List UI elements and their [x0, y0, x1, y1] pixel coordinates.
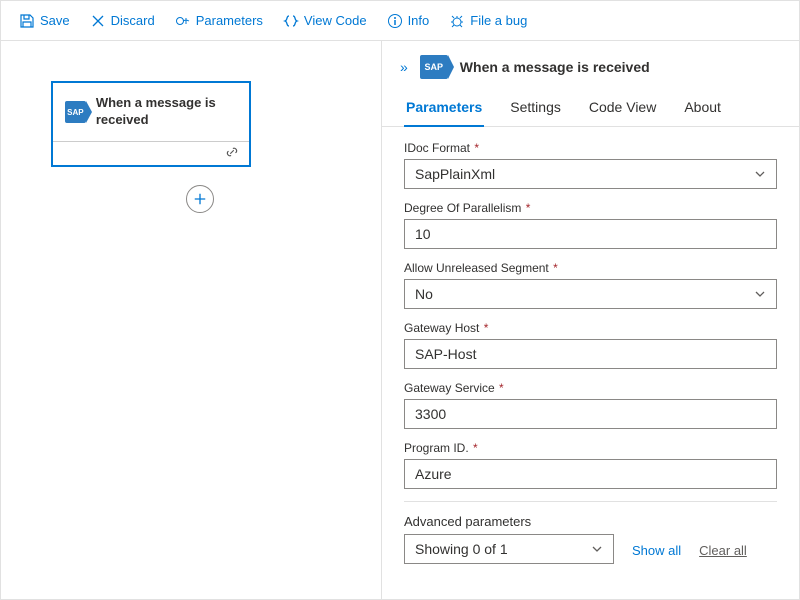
field-gateway-host: Gateway Host * — [404, 321, 777, 369]
trigger-card[interactable]: SAP When a message is received — [51, 81, 251, 167]
info-button[interactable]: Info — [379, 9, 438, 33]
chevron-down-icon — [591, 543, 603, 555]
gateway-host-input[interactable] — [404, 339, 777, 369]
panel-sap-icon: SAP — [420, 55, 448, 79]
gateway-service-label-text: Gateway Service — [404, 381, 495, 395]
required-marker: * — [550, 261, 558, 275]
plus-icon — [193, 192, 207, 206]
field-parallelism: Degree Of Parallelism * — [404, 201, 777, 249]
parallelism-label: Degree Of Parallelism * — [404, 201, 777, 215]
file-bug-button[interactable]: File a bug — [441, 9, 535, 33]
trigger-card-top: SAP When a message is received — [53, 83, 249, 141]
field-idoc-format: IDoc Format * SapPlainXml — [404, 141, 777, 189]
save-icon — [19, 13, 35, 29]
program-id-label: Program ID. * — [404, 441, 777, 455]
allow-unreleased-label-text: Allow Unreleased Segment — [404, 261, 549, 275]
field-program-id: Program ID. * — [404, 441, 777, 489]
gateway-service-input[interactable] — [404, 399, 777, 429]
bug-label: File a bug — [470, 13, 527, 28]
panel-title: When a message is received — [460, 59, 650, 75]
idoc-format-label-text: IDoc Format — [404, 141, 470, 155]
tab-parameters[interactable]: Parameters — [404, 93, 484, 127]
advanced-value: Showing 0 of 1 — [415, 541, 508, 557]
tab-about[interactable]: About — [682, 93, 723, 126]
trigger-title: When a message is received — [96, 95, 237, 129]
clear-all-link[interactable]: Clear all — [699, 543, 747, 564]
parameters-icon — [175, 13, 191, 29]
required-marker: * — [480, 321, 488, 335]
field-allow-unreleased: Allow Unreleased Segment * No — [404, 261, 777, 309]
parameters-label: Parameters — [196, 13, 263, 28]
required-marker: * — [522, 201, 530, 215]
discard-label: Discard — [111, 13, 155, 28]
gateway-host-label-text: Gateway Host — [404, 321, 479, 335]
allow-unreleased-value: No — [415, 286, 433, 302]
sap-icon: SAP — [65, 101, 86, 123]
chevron-down-icon — [754, 168, 766, 180]
required-marker: * — [470, 441, 478, 455]
idoc-format-select[interactable]: SapPlainXml — [404, 159, 777, 189]
parameters-form: IDoc Format * SapPlainXml Degree Of Para… — [382, 127, 799, 574]
trigger-card-bottom — [53, 141, 249, 165]
program-id-input[interactable] — [404, 459, 777, 489]
canvas: SAP When a message is received — [1, 41, 381, 599]
gateway-host-label: Gateway Host * — [404, 321, 777, 335]
toolbar: Save Discard Parameters View Code Info F… — [1, 1, 799, 41]
view-code-button[interactable]: View Code — [275, 9, 375, 33]
info-icon — [387, 13, 403, 29]
field-gateway-service: Gateway Service * — [404, 381, 777, 429]
program-id-label-text: Program ID. — [404, 441, 469, 455]
required-marker: * — [496, 381, 504, 395]
save-label: Save — [40, 13, 70, 28]
discard-icon — [90, 13, 106, 29]
advanced-row: Showing 0 of 1 Show all Clear all — [404, 534, 777, 564]
parameters-button[interactable]: Parameters — [167, 9, 271, 33]
tab-code-view[interactable]: Code View — [587, 93, 658, 126]
view-code-label: View Code — [304, 13, 367, 28]
save-button[interactable]: Save — [11, 9, 78, 33]
tab-settings[interactable]: Settings — [508, 93, 563, 126]
link-icon[interactable] — [225, 145, 239, 162]
advanced-section: Advanced parameters Showing 0 of 1 Show … — [404, 501, 777, 564]
allow-unreleased-label: Allow Unreleased Segment * — [404, 261, 777, 275]
main: SAP When a message is received » SAP Whe… — [1, 41, 799, 599]
collapse-icon[interactable]: » — [400, 59, 408, 75]
add-step-button[interactable] — [186, 185, 214, 213]
info-label: Info — [408, 13, 430, 28]
idoc-format-value: SapPlainXml — [415, 166, 495, 182]
discard-button[interactable]: Discard — [82, 9, 163, 33]
advanced-label: Advanced parameters — [404, 514, 777, 529]
show-all-link[interactable]: Show all — [632, 543, 681, 564]
details-panel: » SAP When a message is received Paramet… — [381, 41, 799, 599]
tabs: Parameters Settings Code View About — [382, 79, 799, 127]
idoc-format-label: IDoc Format * — [404, 141, 777, 155]
panel-header: » SAP When a message is received — [382, 41, 799, 79]
allow-unreleased-select[interactable]: No — [404, 279, 777, 309]
advanced-select[interactable]: Showing 0 of 1 — [404, 534, 614, 564]
bug-icon — [449, 13, 465, 29]
parallelism-label-text: Degree Of Parallelism — [404, 201, 521, 215]
parallelism-input[interactable] — [404, 219, 777, 249]
sap-icon-text: SAP — [67, 108, 83, 117]
gateway-service-label: Gateway Service * — [404, 381, 777, 395]
panel-sap-text: SAP — [425, 62, 444, 72]
view-code-icon — [283, 13, 299, 29]
required-marker: * — [471, 141, 479, 155]
chevron-down-icon — [754, 288, 766, 300]
